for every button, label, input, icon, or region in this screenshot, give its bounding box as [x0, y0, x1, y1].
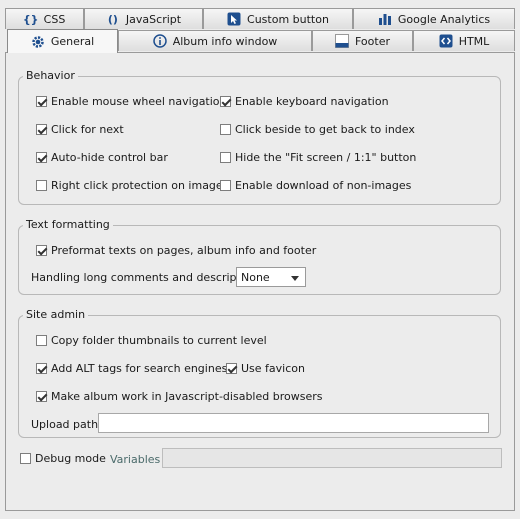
tab-label: Album info window — [172, 34, 278, 48]
auto-hide-checkbox[interactable]: Auto-hide control bar — [36, 151, 168, 164]
checkbox-label: Use favicon — [241, 362, 305, 375]
cursor-icon — [227, 12, 241, 26]
click-for-next-checkbox[interactable]: Click for next — [36, 123, 124, 136]
checkbox-box[interactable] — [36, 363, 47, 374]
braces-icon: {} — [22, 12, 39, 26]
bar-chart-icon — [378, 12, 392, 26]
click-beside-checkbox[interactable]: Click beside to get back to index — [220, 123, 415, 136]
checkbox-box[interactable] — [226, 363, 237, 374]
mouse-wheel-checkbox[interactable]: Enable mouse wheel navigation — [36, 95, 227, 108]
checkbox-box[interactable] — [36, 180, 47, 191]
checkbox-label: Enable download of non-images — [235, 179, 412, 192]
tab-footer[interactable]: Footer — [312, 30, 413, 51]
copy-thumbnails-checkbox[interactable]: Copy folder thumbnails to current level — [36, 334, 267, 347]
checkbox-label: Make album work in Javascript-disabled b… — [51, 390, 323, 403]
text-formatting-title: Text formatting — [23, 218, 113, 231]
checkbox-box[interactable] — [220, 180, 231, 191]
tab-label: Footer — [355, 34, 390, 48]
tab-row-top: {} CSS () JavaScript Custom button Googl… — [0, 8, 520, 30]
text-formatting-group: Text formatting Preformat texts on pages… — [18, 218, 501, 295]
site-admin-group: Site admin Copy folder thumbnails to cur… — [18, 308, 501, 438]
upload-path-input[interactable] — [98, 413, 489, 433]
checkbox-box[interactable] — [36, 124, 47, 135]
right-click-protection-checkbox[interactable]: Right click protection on images — [36, 179, 228, 192]
tab-label: Custom button — [247, 12, 329, 26]
checkbox-label: Enable keyboard navigation — [235, 95, 389, 108]
chevron-down-icon — [291, 276, 299, 281]
variables-label: Variables — [110, 453, 161, 466]
parentheses-icon: () — [107, 12, 118, 26]
checkbox-label: Auto-hide control bar — [51, 151, 168, 164]
variables-input[interactable] — [162, 448, 502, 468]
checkbox-label: Click for next — [51, 123, 124, 136]
checkbox-box[interactable] — [36, 96, 47, 107]
tab-custom-button[interactable]: Custom button — [203, 8, 353, 29]
checkbox-label: Debug mode — [35, 452, 106, 465]
code-icon — [439, 34, 453, 48]
tab-javascript[interactable]: () JavaScript — [84, 8, 203, 29]
checkbox-box[interactable] — [36, 152, 47, 163]
checkbox-label: Hide the "Fit screen / 1:1" button — [235, 151, 417, 164]
debug-mode-checkbox[interactable]: Debug mode — [20, 452, 106, 465]
info-icon — [152, 34, 167, 48]
upload-path-label: Upload path — [31, 418, 99, 431]
download-non-images-checkbox[interactable]: Enable download of non-images — [220, 179, 411, 192]
tab-google-analytics[interactable]: Google Analytics — [353, 8, 515, 29]
tab-html[interactable]: HTML — [413, 30, 515, 51]
gear-icon — [31, 35, 45, 49]
select-value: None — [241, 270, 270, 284]
hide-fit-screen-checkbox[interactable]: Hide the "Fit screen / 1:1" button — [220, 151, 416, 164]
checkbox-box[interactable] — [36, 335, 47, 346]
checkbox-box[interactable] — [36, 245, 47, 256]
long-comments-select[interactable]: None — [236, 267, 306, 287]
site-admin-title: Site admin — [23, 308, 89, 321]
checkbox-label: Preformat texts on pages, album info and… — [51, 244, 317, 257]
tab-label: JavaScript — [125, 12, 182, 26]
footer-icon — [335, 34, 349, 48]
checkbox-label: Right click protection on images — [51, 179, 229, 192]
checkbox-box[interactable] — [20, 453, 31, 464]
tab-album-info-window[interactable]: Album info window — [118, 30, 312, 51]
general-panel: Behavior Enable mouse wheel navigation E… — [5, 52, 515, 511]
checkbox-box[interactable] — [220, 124, 231, 135]
use-favicon-checkbox[interactable]: Use favicon — [226, 362, 305, 375]
long-comments-label: Handling long comments and descriptions — [31, 271, 264, 284]
keyboard-nav-checkbox[interactable]: Enable keyboard navigation — [220, 95, 389, 108]
checkbox-box[interactable] — [220, 152, 231, 163]
behavior-group: Behavior Enable mouse wheel navigation E… — [18, 69, 501, 205]
checkbox-label: Enable mouse wheel navigation — [51, 95, 227, 108]
checkbox-label: Copy folder thumbnails to current level — [51, 334, 267, 347]
checkbox-box[interactable] — [220, 96, 231, 107]
tab-label: CSS — [43, 12, 66, 26]
checkbox-box[interactable] — [36, 391, 47, 402]
alt-tags-checkbox[interactable]: Add ALT tags for search engines — [36, 362, 227, 375]
tab-row-bottom: General Album info window Footer HTML — [0, 29, 520, 53]
checkbox-label: Click beside to get back to index — [235, 123, 415, 136]
tab-label: General — [50, 35, 95, 48]
behavior-title: Behavior — [23, 69, 78, 82]
preformat-checkbox[interactable]: Preformat texts on pages, album info and… — [36, 244, 316, 257]
checkbox-label: Add ALT tags for search engines — [51, 362, 228, 375]
tab-css[interactable]: {} CSS — [5, 8, 84, 29]
tab-label: HTML — [458, 34, 490, 48]
js-disabled-checkbox[interactable]: Make album work in Javascript-disabled b… — [36, 390, 322, 403]
tab-general[interactable]: General — [7, 29, 118, 53]
tab-label: Google Analytics — [397, 12, 491, 26]
